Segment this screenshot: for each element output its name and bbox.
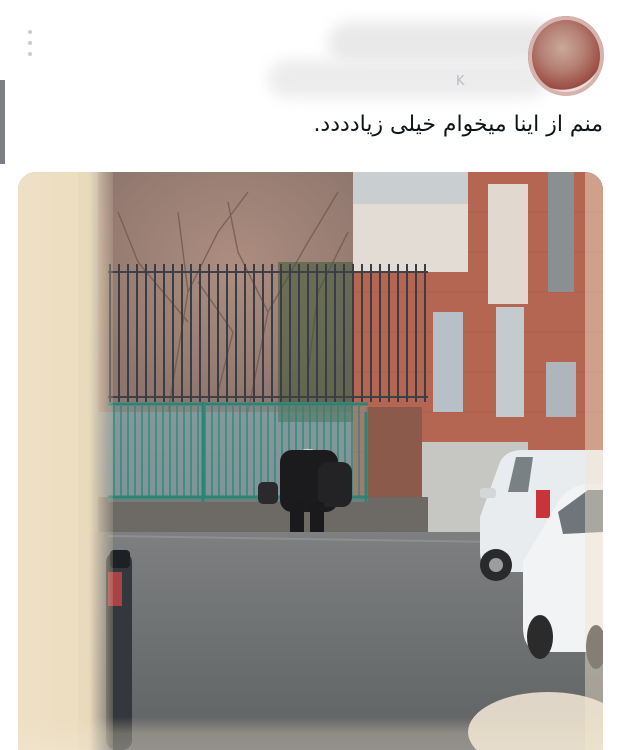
tweet-photo[interactable] xyxy=(18,172,603,750)
tweet-screenshot: K منم از اینا میخوام خیلی زیادددد. xyxy=(0,0,621,750)
tweet-text: منم از اینا میخوام خیلی زیادددد. xyxy=(313,112,603,137)
more-vertical-icon[interactable] xyxy=(24,30,36,56)
avatar[interactable] xyxy=(528,16,604,96)
blurred-display-name xyxy=(328,22,558,64)
handle-fragment: K xyxy=(456,74,465,89)
side-bezel xyxy=(0,80,5,164)
blurred-username xyxy=(268,60,548,98)
